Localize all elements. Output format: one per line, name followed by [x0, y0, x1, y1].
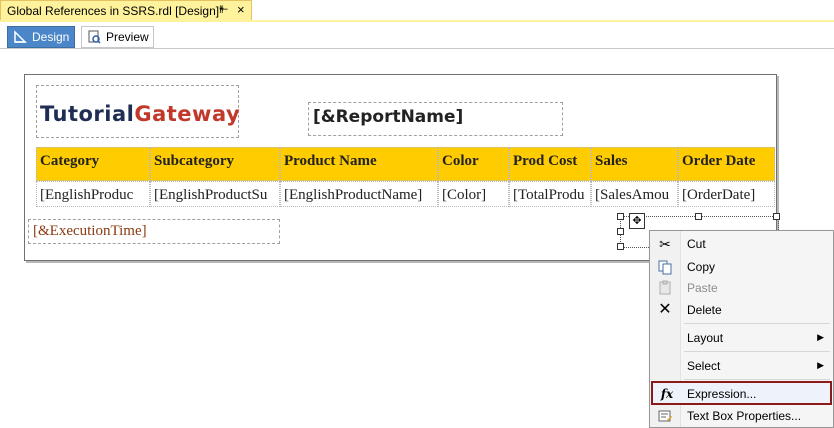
scissors-icon: ✂: [659, 236, 671, 252]
menu-item-paste[interactable]: Paste: [651, 277, 832, 299]
menu-item-text-box-properties[interactable]: Text Box Properties...: [651, 405, 832, 427]
move-icon[interactable]: ✥: [629, 213, 645, 229]
submenu-arrow-icon: ▶: [817, 360, 824, 370]
submenu-arrow-icon: ▶: [817, 332, 824, 342]
tabs-divider: [0, 48, 834, 49]
menu-item-expression[interactable]: fx Expression...: [651, 381, 832, 405]
fx-icon: fx: [660, 387, 674, 401]
resize-handle[interactable]: [617, 228, 624, 235]
detail-cell[interactable]: [EnglishProduc: [36, 181, 150, 207]
copy-icon: [657, 259, 673, 275]
logo-text: TutorialGateway: [40, 102, 241, 126]
context-menu: ✂ Cut Copy Paste ✕ Delete Layout ▶ Selec…: [649, 230, 834, 428]
report-name-textbox[interactable]: [&ReportName]: [308, 102, 563, 136]
tab-design[interactable]: Design: [7, 26, 75, 48]
header-cell[interactable]: Color: [438, 147, 509, 181]
menu-item-copy[interactable]: Copy: [651, 256, 832, 278]
resize-handle[interactable]: [617, 213, 624, 220]
properties-icon: [657, 408, 673, 424]
detail-cell[interactable]: [EnglishProductName]: [280, 181, 438, 207]
view-tabs: Design Preview: [0, 22, 834, 50]
delete-icon: ✕: [658, 301, 672, 318]
menu-item-select[interactable]: Select ▶: [651, 355, 832, 377]
menu-item-layout[interactable]: Layout ▶: [651, 327, 832, 349]
execution-time-textbox[interactable]: [&ExecutionTime]: [28, 219, 280, 244]
detail-cell[interactable]: [Color]: [438, 181, 509, 207]
header-cell[interactable]: Product Name: [280, 147, 438, 181]
detail-cell[interactable]: [EnglishProductSu: [150, 181, 280, 207]
detail-cell[interactable]: [SalesAmou: [591, 181, 678, 207]
pin-icon[interactable]: ⊩: [219, 3, 229, 16]
menu-item-cut[interactable]: ✂ Cut: [651, 233, 832, 255]
menu-separator: [684, 351, 830, 352]
close-icon[interactable]: ×: [237, 2, 245, 17]
paste-icon: [657, 280, 673, 296]
logo-image[interactable]: TutorialGateway: [36, 85, 241, 138]
preview-icon: [87, 30, 101, 44]
header-cell[interactable]: Sales: [591, 147, 678, 181]
design-icon: [13, 30, 27, 44]
resize-handle[interactable]: [695, 213, 702, 220]
tab-preview-label: Preview: [106, 30, 149, 44]
resize-handle[interactable]: [617, 243, 624, 250]
document-tab-strip: Global References in SSRS.rdl [Design]* …: [0, 0, 834, 22]
detail-cell[interactable]: [OrderDate]: [678, 181, 775, 207]
header-cell[interactable]: Prod Cost: [509, 147, 591, 181]
menu-separator: [684, 379, 830, 380]
header-cell[interactable]: Order Date: [678, 147, 775, 181]
document-tab-title: Global References in SSRS.rdl [Design]*: [7, 4, 224, 18]
document-tab[interactable]: Global References in SSRS.rdl [Design]* …: [0, 0, 252, 20]
tab-design-label: Design: [32, 30, 70, 44]
resize-handle[interactable]: [773, 213, 780, 220]
tab-preview[interactable]: Preview: [81, 26, 154, 48]
detail-cell[interactable]: [TotalProdu: [509, 181, 591, 207]
header-cell[interactable]: Subcategory: [150, 147, 280, 181]
menu-separator: [684, 323, 830, 324]
menu-item-delete[interactable]: ✕ Delete: [651, 299, 832, 321]
header-cell[interactable]: Category: [36, 147, 150, 181]
